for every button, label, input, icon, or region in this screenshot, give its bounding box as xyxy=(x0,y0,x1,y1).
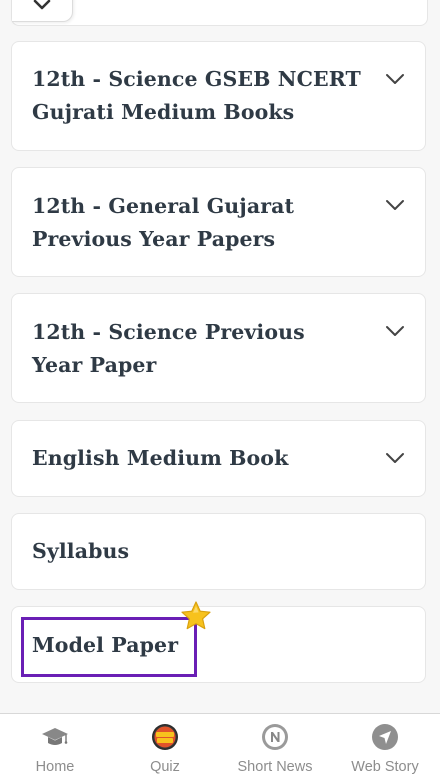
nav-item-short-news[interactable]: Short News xyxy=(220,714,330,783)
chevron-down-icon xyxy=(386,200,404,210)
star-icon xyxy=(181,601,211,630)
collapsed-card-top xyxy=(11,0,428,26)
nav-item-quiz[interactable]: Quiz xyxy=(110,714,220,783)
chevron-down-icon xyxy=(33,0,51,10)
bottom-navigation: Home Quiz Short News Web Story xyxy=(0,713,440,783)
news-n-icon xyxy=(262,724,288,750)
nav-label: Short News xyxy=(237,759,313,775)
accordion-item-title: Syllabus xyxy=(32,539,130,563)
accordion-list: 12th - Science GSEB NCERT Gujrati Medium… xyxy=(0,0,440,713)
nav-label: Home xyxy=(35,759,75,775)
accordion-item-title: 12th - General Gujarat Previous Year Pap… xyxy=(32,194,295,251)
graduation-cap-icon xyxy=(42,728,68,745)
navigation-arrow-icon xyxy=(372,724,398,750)
accordion-item-general-previous-papers[interactable]: 12th - General Gujarat Previous Year Pap… xyxy=(11,167,426,277)
nav-item-web-story[interactable]: Web Story xyxy=(330,714,440,783)
highlight-box xyxy=(21,617,197,677)
chevron-down-icon xyxy=(386,453,404,463)
nav-label: Quiz xyxy=(150,759,180,775)
collapse-toggle-button[interactable] xyxy=(12,0,73,22)
accordion-item-english-medium-book[interactable]: English Medium Book xyxy=(11,420,426,497)
nav-label: Web Story xyxy=(351,759,419,775)
chevron-down-icon xyxy=(386,326,404,336)
accordion-item-title: 12th - Science Previous Year Paper xyxy=(32,320,305,377)
chevron-down-icon xyxy=(386,74,404,84)
accordion-item-science-previous-papers[interactable]: 12th - Science Previous Year Paper xyxy=(11,293,426,403)
accordion-item-title: 12th - Science GSEB NCERT Gujrati Medium… xyxy=(32,67,361,124)
accordion-item-title: English Medium Book xyxy=(32,446,289,470)
accordion-item-science-gseb-books[interactable]: 12th - Science GSEB NCERT Gujrati Medium… xyxy=(11,41,426,151)
quiz-time-icon xyxy=(152,724,178,750)
accordion-item-syllabus[interactable]: Syllabus xyxy=(11,513,426,590)
nav-item-home[interactable]: Home xyxy=(0,714,110,783)
